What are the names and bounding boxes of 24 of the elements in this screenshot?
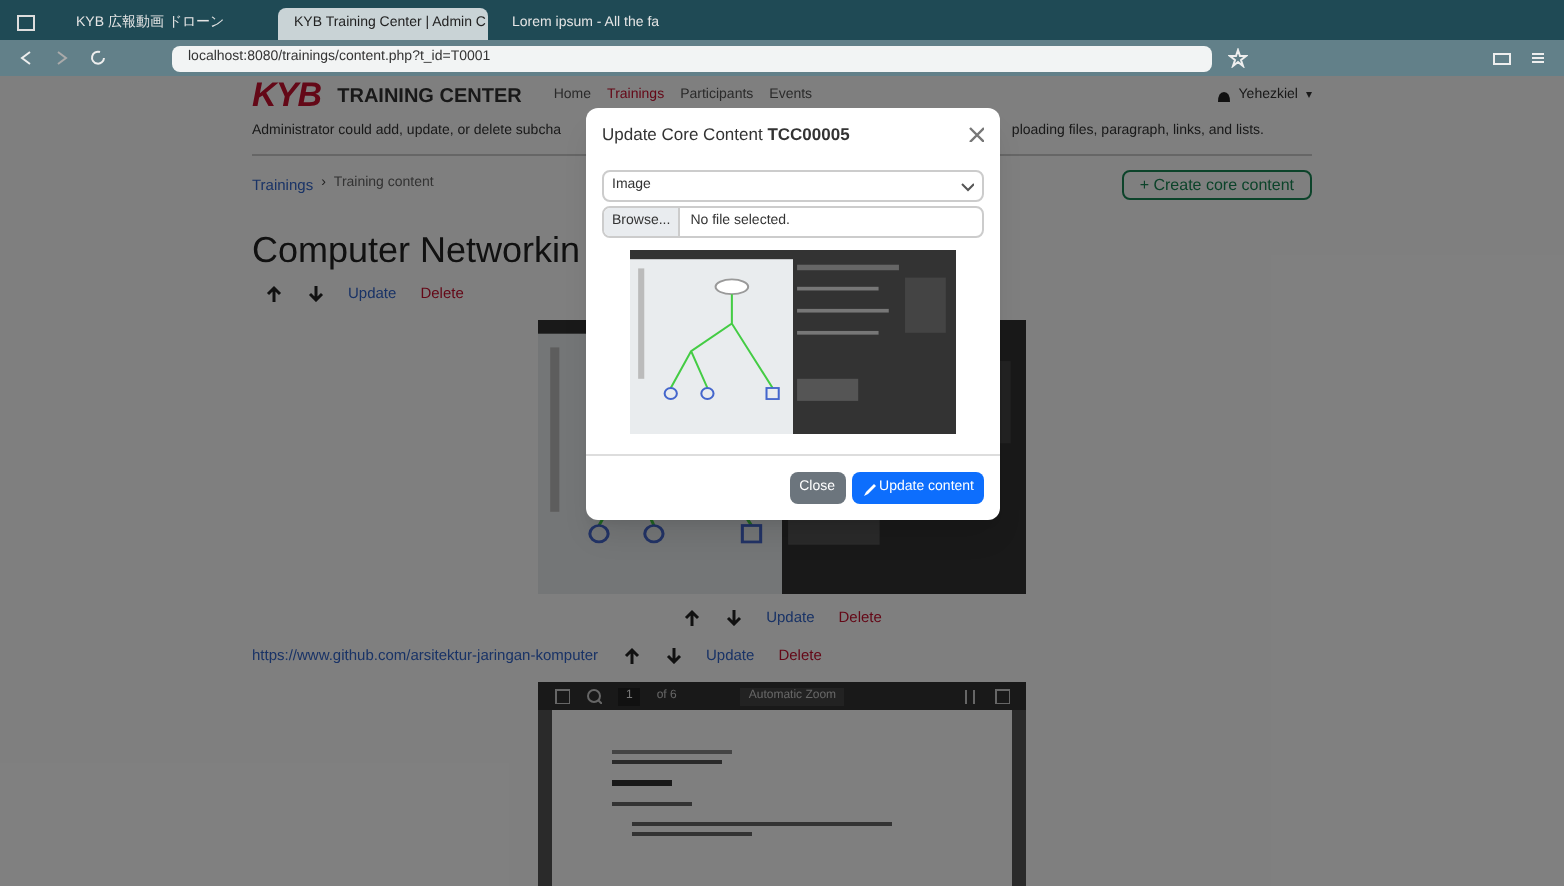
site-title: TRAINING CENTER	[337, 83, 522, 111]
move-down-icon[interactable]	[724, 607, 743, 626]
page-title: Computer Networkin	[252, 227, 583, 273]
forward-icon[interactable]	[52, 48, 72, 68]
brand-logo[interactable]: KYB	[252, 76, 322, 122]
create-content-button[interactable]: + Create core content	[1121, 170, 1312, 200]
search-icon[interactable]	[586, 688, 602, 705]
chevron-down-icon	[960, 179, 974, 193]
bell-icon[interactable]	[1214, 88, 1231, 104]
move-up-icon[interactable]	[264, 283, 282, 302]
move-up-icon[interactable]	[682, 607, 701, 626]
move-down-icon[interactable]	[306, 283, 324, 302]
close-icon[interactable]	[968, 126, 984, 142]
reload-icon[interactable]	[88, 48, 108, 68]
bookmark-star-icon[interactable]	[1228, 48, 1248, 68]
tab-list-icon[interactable]	[16, 12, 36, 32]
menu-icon[interactable]	[1528, 48, 1548, 68]
move-up-icon[interactable]	[622, 646, 640, 665]
dialog-title: Update Core Content TCC00005	[602, 121, 850, 147]
back-icon[interactable]	[16, 48, 36, 68]
save-icon[interactable]	[994, 688, 1010, 705]
pencil-icon	[861, 481, 876, 495]
sidebar-toggle-icon[interactable]	[554, 688, 570, 705]
move-down-icon[interactable]	[664, 646, 682, 665]
